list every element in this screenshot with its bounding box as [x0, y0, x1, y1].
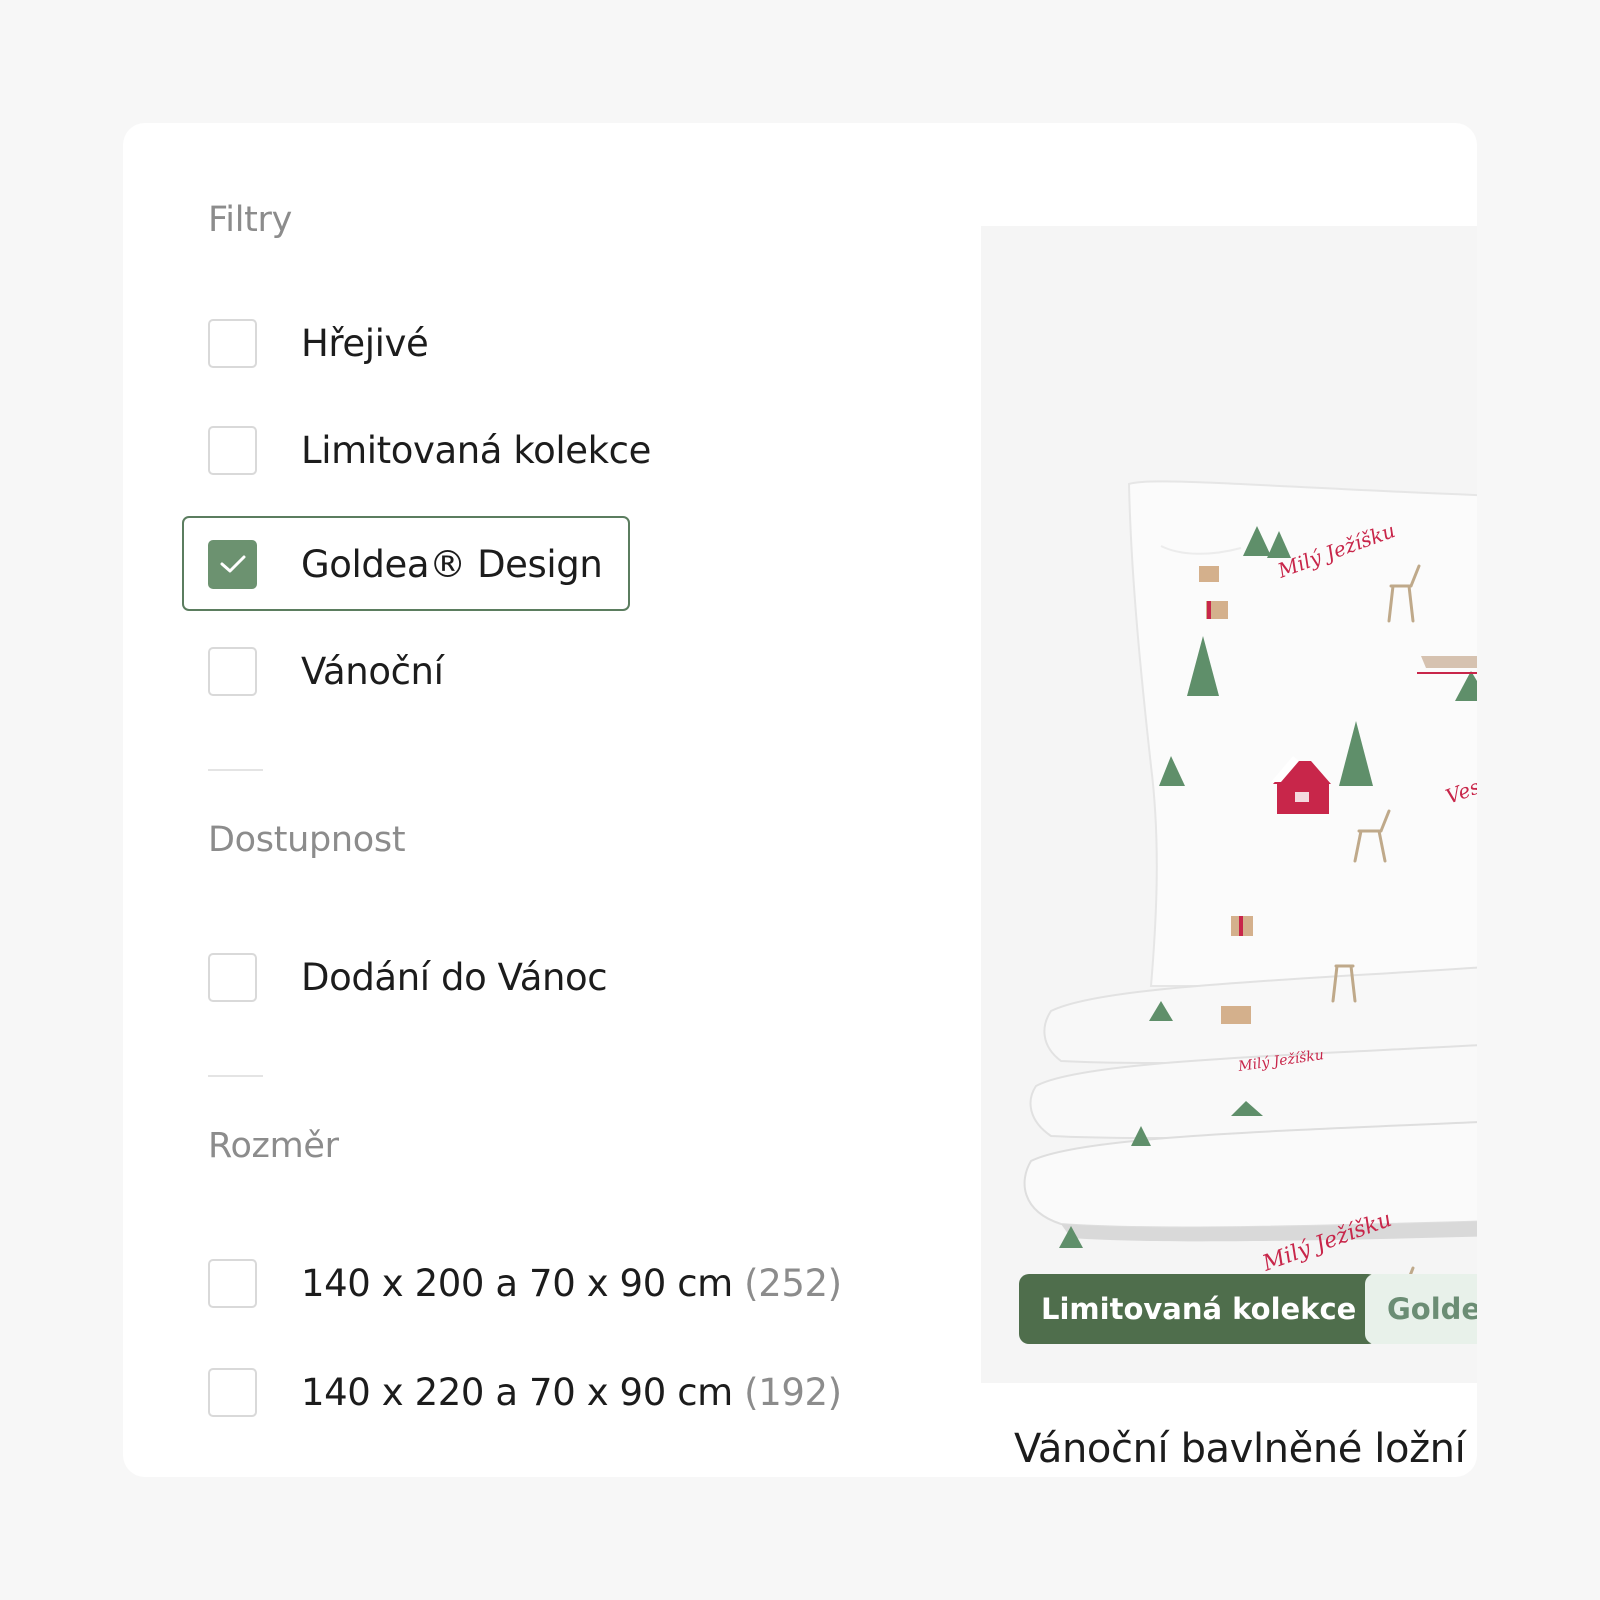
- section-divider: [208, 769, 263, 771]
- section-divider: [208, 1075, 263, 1077]
- checkbox[interactable]: [208, 1258, 257, 1308]
- filter-option-label: 140 x 220 a 70 x 90 cm (192): [301, 1371, 842, 1414]
- checkbox-checked[interactable]: [208, 539, 257, 589]
- filter-option-label: Hřejivé: [301, 321, 429, 365]
- size-heading: Rozměr: [208, 1126, 339, 1166]
- availability-heading: Dostupnost: [208, 820, 406, 860]
- filter-option-limitovana-kolekce[interactable]: Limitovaná kolekce: [208, 425, 651, 475]
- filters-heading: Filtry: [208, 200, 293, 240]
- filter-option-goldea-design[interactable]: Goldea® Design: [208, 539, 603, 589]
- badge-goldea: Golde: [1365, 1274, 1477, 1344]
- product-card[interactable]: Milý Ježíšku Veselé Vánoce Milý Ježíšku …: [981, 226, 1477, 1477]
- checkmark-icon: [220, 555, 245, 573]
- bedding-illustration: Milý Ježíšku Veselé Vánoce Milý Ježíšku …: [1023, 480, 1477, 1331]
- size-label: 140 x 200 a 70 x 90 cm: [301, 1261, 733, 1305]
- filter-option-hrejive[interactable]: Hřejivé: [208, 318, 429, 368]
- checkbox[interactable]: [208, 952, 257, 1002]
- product-title[interactable]: Vánoční bavlněné ložní: [1014, 1426, 1466, 1472]
- filter-option-size-140x220[interactable]: 140 x 220 a 70 x 90 cm (192): [208, 1367, 842, 1417]
- filter-option-label: Vánoční: [301, 649, 444, 693]
- filter-option-label: Dodání do Vánoc: [301, 955, 608, 999]
- checkbox[interactable]: [208, 1367, 257, 1417]
- filter-option-dodani-do-vanoc[interactable]: Dodání do Vánoc: [208, 952, 608, 1002]
- checkbox[interactable]: [208, 425, 257, 475]
- checkbox[interactable]: [208, 646, 257, 696]
- size-count: (252): [744, 1261, 842, 1305]
- filter-product-card: Filtry Hřejivé Limitovaná kolekce Goldea…: [123, 123, 1477, 1477]
- filter-option-label: Limitovaná kolekce: [301, 428, 651, 472]
- filter-option-label: 140 x 200 a 70 x 90 cm (252): [301, 1262, 842, 1305]
- filter-option-vanocni[interactable]: Vánoční: [208, 646, 444, 696]
- checkbox[interactable]: [208, 318, 257, 368]
- size-count: (192): [744, 1370, 842, 1414]
- size-label: 140 x 220 a 70 x 90 cm: [301, 1370, 733, 1414]
- badge-limited-collection: Limitovaná kolekce: [1019, 1274, 1379, 1344]
- filter-option-label: Goldea® Design: [301, 542, 603, 586]
- filter-sidebar: Filtry Hřejivé Limitovaná kolekce Goldea…: [123, 123, 983, 1477]
- product-image[interactable]: Milý Ježíšku Veselé Vánoce Milý Ježíšku …: [981, 226, 1477, 1383]
- filter-option-size-140x200[interactable]: 140 x 200 a 70 x 90 cm (252): [208, 1258, 842, 1308]
